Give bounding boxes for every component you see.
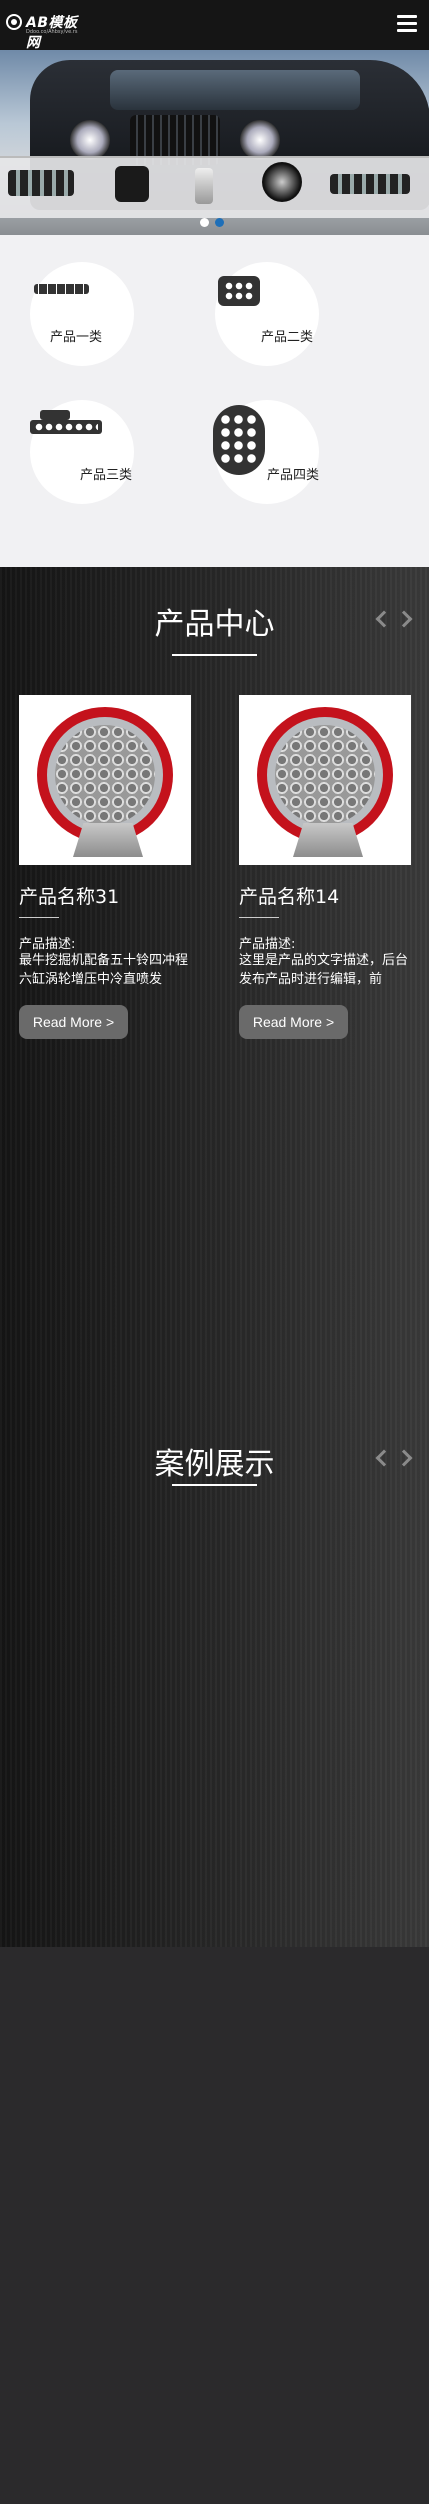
dark-content-area: 产品中心 产品名称31 产品描述: 最牛挖掘机配备五十铃四冲程六缸涡轮增压中冷直… <box>0 567 429 1947</box>
category-item-1[interactable]: 产品一类 <box>30 262 134 366</box>
product-divider <box>19 917 59 918</box>
cases-section-title: 案例展示 <box>154 1447 275 1482</box>
banner-product-strip <box>0 156 429 218</box>
category-grid: 产品一类 产品二类 产品三类 产品四类 <box>0 235 429 567</box>
logo-icon <box>6 14 22 30</box>
products-section-title: 产品中心 <box>154 607 275 642</box>
product-divider <box>239 917 279 918</box>
slider-dots <box>200 212 230 231</box>
read-more-button[interactable]: Read More > <box>19 1005 128 1039</box>
slider-dot-2[interactable] <box>215 218 224 227</box>
title-underline <box>172 654 257 656</box>
slider-dot-1[interactable] <box>200 218 209 227</box>
category-label: 产品四类 <box>267 468 320 483</box>
read-more-button[interactable]: Read More > <box>239 1005 348 1039</box>
site-logo[interactable]: AB模板网 Ddoo.co/Ahbsy/ve.rs <box>6 12 86 51</box>
light-bar-icon <box>34 284 89 294</box>
product-image[interactable] <box>239 695 411 865</box>
category-item-3[interactable]: 产品三类 <box>30 400 134 504</box>
product-description: 最牛挖掘机配备五十铃四冲程六缸涡轮增压中冷直喷发 <box>19 953 189 987</box>
product-image[interactable] <box>19 695 191 865</box>
page: AB模板网 Ddoo.co/Ahbsy/ve.rs 产品一类 产品二类 产品三类… <box>0 0 429 2504</box>
category-label: 产品二类 <box>261 330 314 345</box>
product-name[interactable]: 产品名称31 <box>19 882 119 909</box>
cases-next-arrow-icon[interactable] <box>396 1449 414 1467</box>
hero-banner[interactable] <box>0 50 429 235</box>
logo-subtext: Ddoo.co/Ahbsy/ve.rs <box>26 29 78 35</box>
title-underline <box>172 1484 257 1486</box>
round-lamp-icon <box>213 405 265 475</box>
cases-prev-arrow-icon[interactable] <box>372 1449 390 1467</box>
category-item-2[interactable]: 产品二类 <box>215 262 319 366</box>
category-label: 产品一类 <box>50 330 103 345</box>
products-prev-arrow-icon[interactable] <box>372 610 390 628</box>
product-description: 这里是产品的文字描述，后台发布产品时进行编辑，前 <box>239 953 409 987</box>
product-name[interactable]: 产品名称14 <box>239 882 339 909</box>
category-item-4[interactable]: 产品四类 <box>213 400 320 504</box>
footer-area <box>0 1947 429 2504</box>
site-header: AB模板网 Ddoo.co/Ahbsy/ve.rs <box>0 0 429 51</box>
category-label: 产品三类 <box>80 468 133 483</box>
products-next-arrow-icon[interactable] <box>396 610 414 628</box>
square-lamp-icon <box>218 276 260 306</box>
product-desc-label: 产品描述: <box>19 937 76 952</box>
product-desc-label: 产品描述: <box>239 937 296 952</box>
hamburger-menu-icon[interactable] <box>397 15 417 33</box>
led-strip-icon <box>30 420 102 434</box>
